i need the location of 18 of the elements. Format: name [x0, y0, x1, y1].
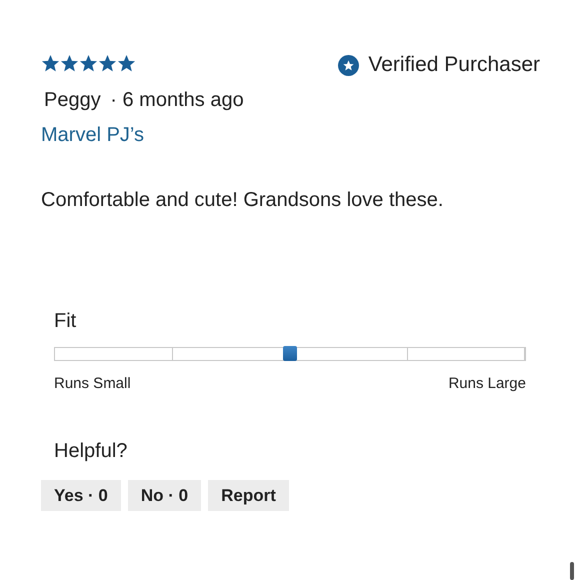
star-icon [98, 54, 117, 73]
scrollbar[interactable] [570, 562, 574, 580]
review-title: Marvel PJ’s [41, 124, 145, 147]
star-icon [41, 54, 60, 73]
vote-button[interactable]: Report [208, 480, 289, 511]
star-icon [60, 54, 79, 73]
verified-label: Verified Purchaser [368, 53, 540, 77]
review-date: · 6 months ago [110, 89, 244, 111]
fit-label: Fit [54, 310, 78, 333]
vote-button[interactable]: No · 0 [128, 480, 202, 511]
runs-small-label: Runs Small [54, 375, 131, 392]
runs-large-label: Runs Large [448, 375, 526, 392]
author-name: Peggy [44, 89, 101, 111]
review-text: Comfortable and cute! Grandsons love these. [41, 189, 444, 212]
star-icon [117, 54, 136, 73]
helpful-label: Helpful? [54, 440, 128, 463]
vote-button[interactable]: Yes · 0 [41, 480, 121, 511]
star-icon [79, 54, 98, 73]
